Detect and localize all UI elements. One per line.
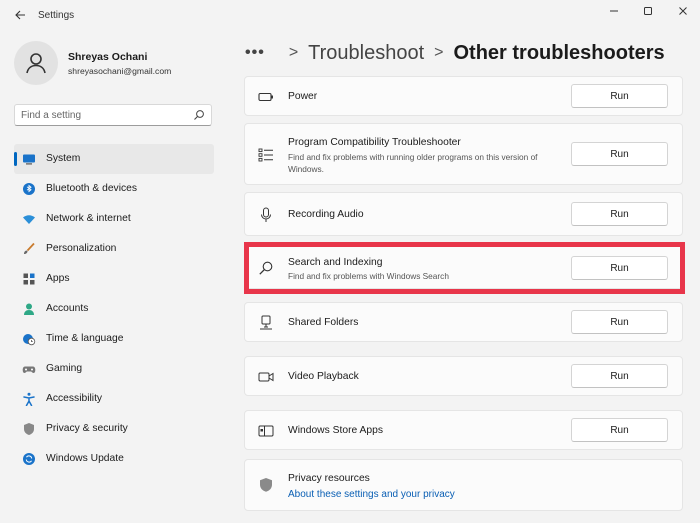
troubleshooter-title: Recording Audio	[288, 209, 364, 220]
monitor-icon	[22, 152, 36, 166]
sidebar-item-label: Bluetooth & devices	[46, 183, 138, 194]
sidebar-item-label: Personalization	[46, 243, 117, 254]
breadcrumb-separator: >	[434, 44, 444, 61]
troubleshooter-title: Video Playback	[288, 371, 359, 382]
user-email: shreyasochani@gmail.com	[68, 66, 172, 76]
sidebar-item-label: Time & language	[46, 333, 124, 344]
maximize-button[interactable]	[638, 3, 658, 19]
troubleshooter-title: Program Compatibility Troubleshooter	[288, 137, 461, 148]
sidebar-item-label: Accounts	[46, 303, 89, 314]
shield-icon	[258, 477, 274, 493]
highlight-box	[244, 242, 685, 294]
microphone-icon	[258, 207, 274, 223]
sidebar-item-label: Accessibility	[46, 393, 103, 404]
person-icon	[22, 302, 36, 316]
title-bar: Settings	[0, 0, 700, 30]
app-title: Settings	[38, 10, 75, 21]
active-indicator	[14, 152, 17, 166]
sidebar-item-accessibility[interactable]: Accessibility	[14, 384, 214, 414]
run-video-playback-button[interactable]: Run	[571, 364, 668, 388]
run-recording-audio-button[interactable]: Run	[571, 202, 668, 226]
sidebar-item-label: System	[46, 153, 81, 164]
avatar	[14, 41, 58, 85]
sidebar-item-system[interactable]: System	[14, 144, 214, 174]
troubleshooter-recording-audio: Recording Audio Run	[244, 192, 683, 236]
troubleshooter-program-compatibility: Program Compatibility Troubleshooter Fin…	[244, 123, 683, 185]
store-app-icon	[258, 423, 274, 439]
search-input[interactable]	[21, 108, 181, 122]
privacy-title: Privacy resources	[288, 473, 370, 484]
battery-icon	[258, 89, 274, 105]
update-icon	[22, 452, 36, 466]
breadcrumb-separator: >	[288, 44, 299, 61]
apps-icon	[22, 272, 36, 286]
minimize-button[interactable]	[604, 3, 624, 19]
shield-icon	[22, 422, 36, 436]
accessibility-icon	[22, 392, 36, 406]
close-button[interactable]	[673, 3, 693, 19]
user-name: Shreyas Ochani	[68, 51, 148, 63]
bluetooth-icon	[22, 182, 36, 196]
breadcrumb: ••• > Troubleshoot > Other troubleshoote…	[245, 38, 665, 68]
troubleshooter-title: Power	[288, 91, 318, 102]
person-icon	[26, 53, 46, 74]
sidebar-item-label: Gaming	[46, 363, 83, 374]
gamepad-icon	[22, 362, 36, 376]
brush-icon	[22, 242, 36, 256]
sidebar-item-network[interactable]: Network & internet	[14, 204, 214, 234]
user-profile[interactable]: Shreyas Ochani shreyasochani@gmail.com	[14, 41, 214, 87]
maximize-icon	[644, 7, 652, 15]
close-icon	[679, 7, 687, 15]
network-drive-icon	[258, 315, 274, 331]
sidebar-item-label: Windows Update	[46, 453, 124, 464]
sidebar-item-bluetooth[interactable]: Bluetooth & devices	[14, 174, 214, 204]
minimize-icon	[610, 10, 618, 12]
run-power-button[interactable]: Run	[571, 84, 668, 108]
sidebar-item-label: Apps	[46, 273, 70, 284]
page-title: Other troubleshooters	[453, 41, 665, 64]
globe-clock-icon	[22, 332, 36, 346]
run-windows-store-apps-button[interactable]: Run	[571, 418, 668, 442]
breadcrumb-troubleshoot[interactable]: Troubleshoot	[308, 42, 424, 65]
wifi-icon	[22, 212, 36, 226]
troubleshooter-power: Power Run	[244, 76, 683, 116]
search-box[interactable]	[14, 104, 212, 126]
back-arrow-icon	[15, 10, 25, 20]
troubleshooter-description: Find and fix problems with running older…	[288, 152, 538, 174]
troubleshooter-title: Windows Store Apps	[288, 425, 384, 436]
sidebar-item-apps[interactable]: Apps	[14, 264, 214, 294]
troubleshooter-windows-store-apps: Windows Store Apps Run	[244, 410, 683, 450]
sidebar-item-label: Network & internet	[46, 213, 131, 224]
sidebar-item-privacy-security[interactable]: Privacy & security	[14, 414, 214, 444]
search-icon[interactable]	[193, 109, 205, 121]
sidebar-item-accounts[interactable]: Accounts	[14, 294, 214, 324]
list-icon	[258, 147, 274, 163]
run-shared-folders-button[interactable]: Run	[571, 310, 668, 334]
troubleshooter-title: Shared Folders	[288, 317, 359, 328]
sidebar-item-gaming[interactable]: Gaming	[14, 354, 214, 384]
video-camera-icon	[258, 369, 274, 385]
privacy-resources-card: Privacy resources About these settings a…	[244, 459, 683, 511]
breadcrumb-more-button[interactable]: •••	[245, 44, 265, 62]
sidebar-item-personalization[interactable]: Personalization	[14, 234, 214, 264]
troubleshooter-video-playback: Video Playback Run	[244, 356, 683, 396]
privacy-link[interactable]: About these settings and your privacy	[288, 489, 455, 500]
sidebar-item-time-language[interactable]: Time & language	[14, 324, 214, 354]
sidebar-item-label: Privacy & security	[46, 423, 128, 434]
back-button[interactable]	[12, 7, 28, 23]
sidebar-item-windows-update[interactable]: Windows Update	[14, 444, 214, 474]
sidebar-nav: System Bluetooth & devices Network & int…	[14, 144, 214, 474]
run-program-compatibility-button[interactable]: Run	[571, 142, 668, 166]
troubleshooter-shared-folders: Shared Folders Run	[244, 302, 683, 342]
